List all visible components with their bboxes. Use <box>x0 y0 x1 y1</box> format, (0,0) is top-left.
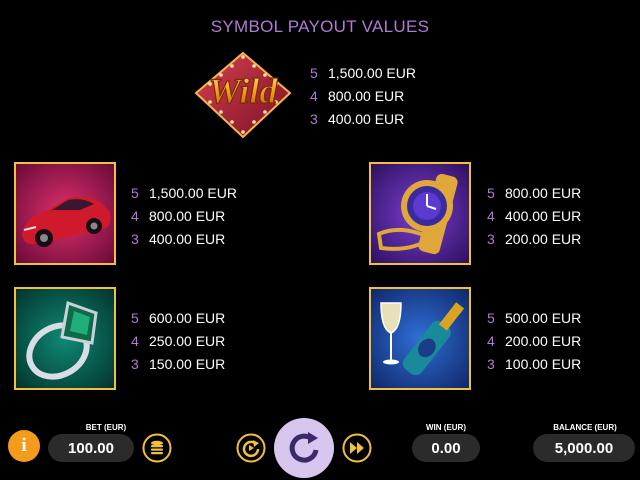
fast-forward-icon <box>342 433 372 463</box>
bet-value[interactable]: 100.00 <box>48 434 134 462</box>
pay-amount: 250.00 EUR <box>149 333 226 349</box>
pay-count: 5 <box>131 310 139 326</box>
win-label: WIN (EUR) <box>426 423 466 432</box>
car-symbol-tile <box>14 162 116 265</box>
balance-label: BALANCE (EUR) <box>553 423 617 432</box>
spin-button[interactable] <box>274 418 334 478</box>
pay-amount: 800.00 EUR <box>149 208 226 224</box>
champagne-paytable: 5 500.00 EUR 4 200.00 EUR 3 100.00 EUR <box>487 307 581 376</box>
spin-icon <box>289 432 319 463</box>
pay-amount: 600.00 EUR <box>149 310 226 326</box>
pay-count: 5 <box>487 310 495 326</box>
pay-count: 4 <box>131 333 139 349</box>
pay-amount: 1,500.00 EUR <box>328 65 416 81</box>
pay-count: 3 <box>310 111 318 127</box>
pay-amount: 200.00 EUR <box>505 231 582 247</box>
pay-count: 3 <box>487 231 495 247</box>
ring-icon <box>16 289 114 388</box>
info-button[interactable]: i <box>8 430 40 462</box>
ring-symbol-tile <box>14 287 116 390</box>
pay-count: 5 <box>487 185 495 201</box>
wild-paytable: 5 1,500.00 EUR 4 800.00 EUR 3 400.00 EUR <box>310 62 416 131</box>
pay-amount: 400.00 EUR <box>505 208 582 224</box>
pay-count: 3 <box>131 231 139 247</box>
bet-label: BET (EUR) <box>85 423 127 432</box>
pay-count: 5 <box>310 65 318 81</box>
pay-count: 3 <box>487 356 495 372</box>
champagne-icon <box>371 289 469 388</box>
win-value: 0.00 <box>412 434 480 462</box>
pay-amount: 800.00 EUR <box>505 185 582 201</box>
car-paytable: 5 1,500.00 EUR 4 800.00 EUR 3 400.00 EUR <box>131 182 237 251</box>
ring-paytable: 5 600.00 EUR 4 250.00 EUR 3 150.00 EUR <box>131 307 225 376</box>
wild-symbol: Wild <box>190 45 296 141</box>
pay-count: 5 <box>131 185 139 201</box>
pay-count: 4 <box>487 208 495 224</box>
turbo-button[interactable] <box>342 433 372 463</box>
watch-symbol-tile <box>369 162 471 265</box>
coins-icon <box>142 433 172 463</box>
pay-amount: 400.00 EUR <box>328 111 405 127</box>
pay-amount: 150.00 EUR <box>149 356 226 372</box>
wild-logo-text: Wild <box>209 71 279 111</box>
balance-value: 5,000.00 <box>533 434 635 462</box>
coins-button[interactable] <box>142 433 172 463</box>
car-icon <box>16 164 114 263</box>
pay-amount: 100.00 EUR <box>505 356 582 372</box>
pay-amount: 400.00 EUR <box>149 231 226 247</box>
watch-paytable: 5 800.00 EUR 4 400.00 EUR 3 200.00 EUR <box>487 182 581 251</box>
champagne-symbol-tile <box>369 287 471 390</box>
autoplay-icon <box>236 433 266 463</box>
pay-amount: 200.00 EUR <box>505 333 582 349</box>
autoplay-button[interactable] <box>236 433 266 463</box>
pay-amount: 500.00 EUR <box>505 310 582 326</box>
pay-amount: 1,500.00 EUR <box>149 185 237 201</box>
watch-icon <box>371 164 469 263</box>
page-title: SYMBOL PAYOUT VALUES <box>210 17 430 36</box>
pay-amount: 800.00 EUR <box>328 88 405 104</box>
pay-count: 4 <box>487 333 495 349</box>
pay-count: 4 <box>131 208 139 224</box>
pay-count: 4 <box>310 88 318 104</box>
pay-count: 3 <box>131 356 139 372</box>
